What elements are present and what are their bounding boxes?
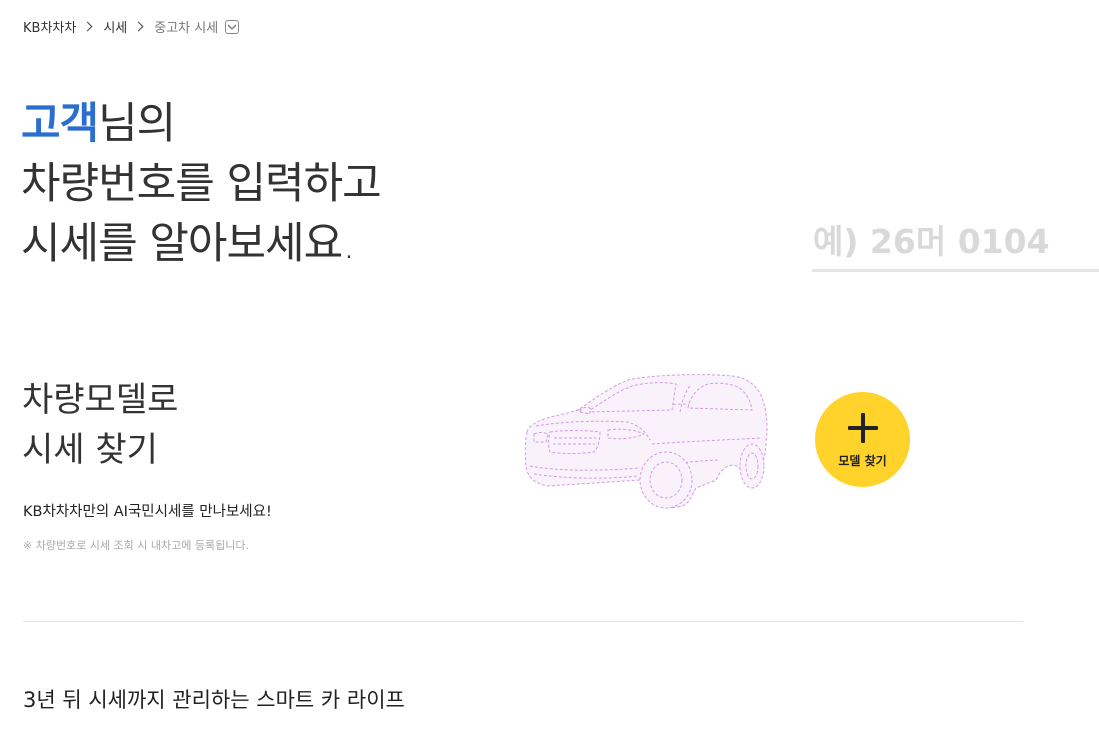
breadcrumb-market-price[interactable]: 시세 [103, 17, 127, 36]
breadcrumb-home[interactable]: KB차차차 [23, 17, 76, 36]
hero-line2: 차량번호를 입력하고 [21, 159, 382, 209]
breadcrumb: KB차차차 시세 중고차 시세 [23, 17, 240, 36]
ai-price-promo-text: KB차차차만의 AI국민시세를 만나보세요! [23, 504, 272, 520]
model-search-title-line2: 시세 찾기 [22, 430, 158, 470]
hero-headline: 고객님의 차량번호를 입력하고 시세를 알아보세요. [21, 94, 382, 274]
find-model-button[interactable]: 모델 찾기 [815, 392, 910, 487]
hero-accent-text: 고객 [21, 99, 99, 149]
hero-line1-rest: 님의 [98, 99, 176, 149]
breadcrumb-current: 중고차 시세 [154, 21, 219, 36]
chevron-right-icon [82, 21, 93, 32]
chevron-right-icon [133, 21, 144, 32]
plus-icon-vertical [861, 413, 865, 443]
smart-car-life-heading: 3년 뒤 시세까지 관리하는 스마트 카 라이프 [23, 688, 405, 712]
plate-number-input[interactable] [812, 214, 1099, 268]
hero-line3: 시세를 알아보세요. [21, 219, 356, 269]
plate-number-field [812, 214, 1099, 272]
model-search-title-line1: 차량모델로 [22, 380, 179, 420]
chevron-down-icon[interactable] [225, 19, 240, 34]
section-divider [23, 621, 1023, 622]
car-outline-icon [524, 374, 768, 509]
model-search-title: 차량모델로 시세 찾기 [22, 375, 178, 475]
registration-note: ※ 차량번호로 시세 조회 시 내차고에 등록됩니다. [23, 539, 249, 552]
find-model-button-label: 모델 찾기 [838, 454, 887, 468]
